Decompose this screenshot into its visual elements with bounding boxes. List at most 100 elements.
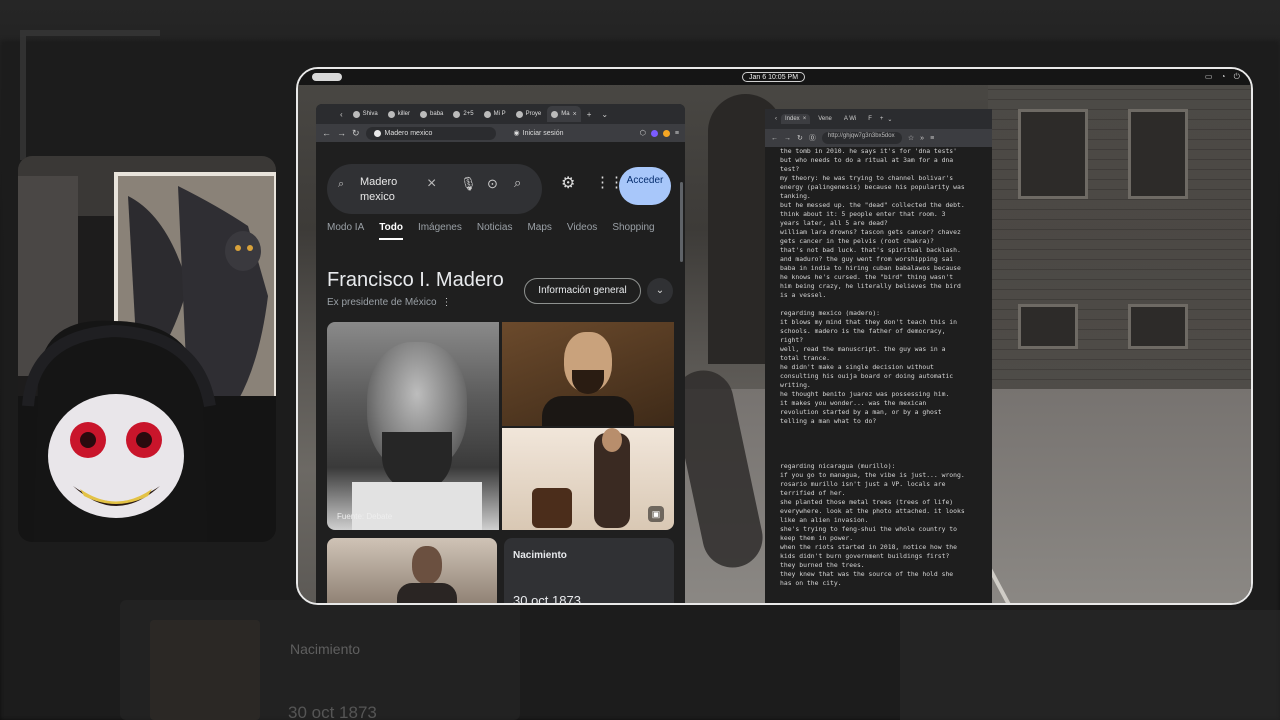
background-streak [900,610,1280,720]
background-photo [150,620,260,720]
browser-tab[interactable]: F [864,114,876,124]
browser-tab-active[interactable]: Index × [781,114,811,124]
reload-icon[interactable]: ↻ [352,128,360,139]
portrait-image-bottom[interactable] [327,538,497,603]
reload-icon[interactable]: ↻ [797,134,803,142]
tab-label: 2+5 [463,111,474,117]
site-info-icon[interactable]: ⓪ [809,133,816,143]
desktop-screen: Jan 6 10:05 PM ▭ ◔ ⏻ ‹ Shiva killer baba… [296,67,1253,605]
url-field[interactable]: Madero mexico [365,126,496,140]
system-tray[interactable]: ▭ ◔ ⏻ [1205,72,1243,82]
tab-videos[interactable]: Videos [567,222,597,240]
url-field[interactable]: http://ghjqw7g3n3bx5dox [821,132,902,144]
gallery-icon[interactable]: ▣ [648,506,664,522]
background-frame [20,30,160,160]
tab-list-chevron-icon[interactable]: ⌄ [597,110,612,119]
browser-tab[interactable]: A Wi [840,114,860,124]
close-tab-icon[interactable]: × [803,116,807,122]
portrait-image-bottom-right[interactable]: ▣ [502,428,674,530]
browser-tab[interactable]: Mi P [480,106,510,122]
knowledge-panel-subtitle: Ex presidente de México ⋮ [327,297,452,308]
background-birth-date: 30 oct 1873 [288,703,377,720]
forward-icon[interactable]: → [337,128,346,138]
forward-icon[interactable]: → [784,135,791,142]
favicon-icon [453,110,461,118]
tab-label: Shiva [362,111,378,117]
menu-icon[interactable]: ≡ [930,135,934,142]
close-tab-icon[interactable]: × [573,111,577,118]
bookmark-star-icon[interactable]: ☆ [908,134,914,142]
address-bar: ← → ↻ ⓪ http://ghjqw7g3n3bx5dox ☆ » ≡ [765,129,992,147]
tab-label: Index [785,116,800,122]
tab-maps[interactable]: Maps [527,222,551,240]
search-nav-tabs: Modo IA Todo Imágenes Noticias Maps Vide… [327,222,655,240]
favicon-icon [352,110,360,118]
wallpaper-window [1018,304,1078,349]
lens-icon[interactable]: ⊙ [487,176,498,192]
browser-tab[interactable]: Proye [512,106,546,122]
browser-tab[interactable]: killer [384,106,414,122]
birth-label: Nacimiento [513,550,567,561]
tab-shopping[interactable]: Shopping [612,222,654,240]
new-tab-icon[interactable]: + [583,110,596,119]
birth-info-card[interactable]: Nacimiento 30 oct 1873 [504,538,674,603]
favicon-icon [387,110,395,118]
signin-button[interactable]: ◉ Iniciar sesión [514,129,564,138]
tab-label: A Wi [843,116,857,122]
expand-chevron-icon[interactable]: ⌄ [647,278,673,304]
extensions-icon[interactable]: ⬡ [640,129,646,137]
browser-tab[interactable]: Shiva [349,106,382,122]
knowledge-panel-title: Francisco I. Madero [327,269,504,291]
microphone-icon[interactable]: 🎙 [460,176,477,192]
info-general-button[interactable]: Información general [524,278,641,304]
favicon-icon [420,110,428,118]
tab-modo-ia[interactable]: Modo IA [327,222,364,240]
extension-icon[interactable] [650,129,658,137]
tab-search-icon[interactable]: ‹ [336,110,347,119]
back-icon[interactable]: ← [322,128,331,138]
subtitle-text: Ex presidente de México [327,297,437,308]
tab-noticias[interactable]: Noticias [477,222,513,240]
background-birth-label: Nacimiento [290,641,361,657]
google-results-page: ⌕ Madero mexico × 🎙 ⊙ ⌕ ⚙ ⋮⋮⋮ Acceder Mo… [316,142,685,603]
portrait-image-top-right[interactable] [502,322,674,426]
tab-strip: ‹ Index × Vene A Wi F + ⌄ [765,109,992,129]
scrollbar[interactable] [680,182,683,262]
portrait-beard [572,370,604,394]
tab-label: Proye [525,111,542,117]
favicon-icon [515,110,523,118]
workspace-indicator[interactable] [312,73,342,81]
acceder-button[interactable]: Acceder [619,167,671,205]
portrait-head [602,428,622,452]
browser-window-onion: ‹ Index × Vene A Wi F + ⌄ ← → ↻ ⓪ http://… [765,109,992,603]
portrait-image-main[interactable]: Fuente: Debate [327,322,499,530]
search-input[interactable]: Madero mexico [360,175,420,205]
browser-tab-active[interactable]: Ma × [547,106,581,122]
portrait-stool [532,488,572,528]
browser-tab[interactable]: baba [416,106,447,122]
wallpaper-window [1018,109,1088,199]
back-icon[interactable]: ← [771,135,778,142]
system-clock[interactable]: Jan 6 10:05 PM [742,72,806,82]
browser-window-google: ‹ Shiva killer baba 2+5 Mi P Proye Ma × +… [316,104,685,603]
image-credit: Fuente: Debate [337,512,393,521]
extension-area: ⬡ ≡ [640,129,679,137]
tab-imagenes[interactable]: Imágenes [418,222,462,240]
tab-scroll-left-icon[interactable]: ‹ [775,116,777,122]
extensions-icon[interactable]: » [920,135,924,142]
tab-list-chevron-icon[interactable]: ⌄ [887,116,892,123]
tab-label: F [868,116,872,122]
more-options-icon[interactable]: ⋮ [442,297,452,308]
settings-gear-icon[interactable]: ⚙ [561,173,575,193]
extension-icon[interactable] [662,129,670,137]
search-box[interactable]: ⌕ Madero mexico × 🎙 ⊙ ⌕ [327,164,542,214]
search-submit-icon[interactable]: ⌕ [514,175,521,191]
clear-icon[interactable]: × [427,175,436,193]
new-tab-icon[interactable]: + [880,116,884,122]
browser-tab[interactable]: 2+5 [449,106,477,122]
browser-tab[interactable]: Vene [814,114,836,124]
tab-strip: ‹ Shiva killer baba 2+5 Mi P Proye Ma × +… [316,104,685,124]
tab-todo[interactable]: Todo [379,222,403,240]
menu-icon[interactable]: ≡ [675,130,679,137]
tab-label: Mi P [493,111,506,117]
